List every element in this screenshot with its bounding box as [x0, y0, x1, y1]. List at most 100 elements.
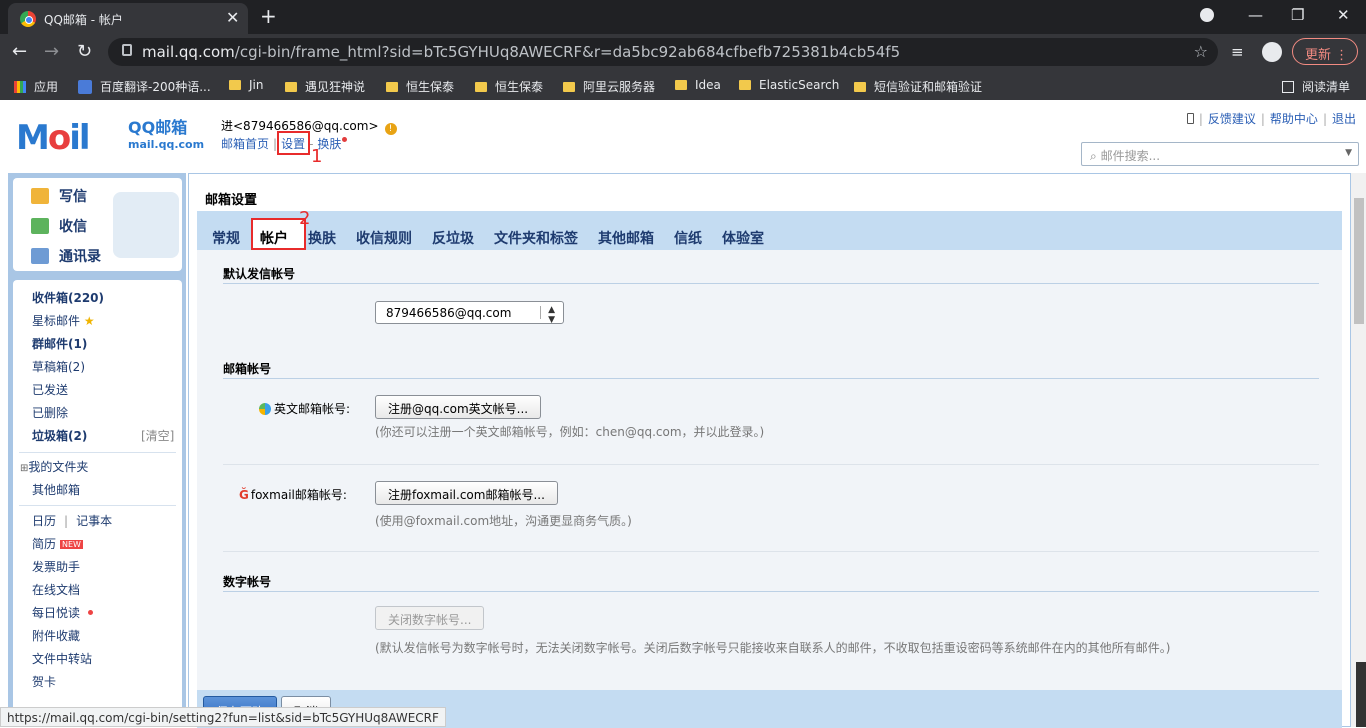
settings-panel: 邮箱设置 常规 帐户 换肤 收信规则 反垃圾 文件夹和标签 其他邮箱 信纸 体验… [188, 173, 1351, 728]
help-link[interactable]: 帮助中心 [1270, 112, 1318, 126]
download-icon [31, 218, 49, 234]
annotation-box-settings [277, 131, 310, 155]
tab-rules[interactable]: 收信规则 [356, 228, 412, 248]
pen-icon [31, 188, 49, 204]
update-button[interactable]: 更新 ⋮ [1292, 38, 1358, 65]
contacts-button[interactable]: 通讯录 [31, 246, 101, 266]
browser-toolbar: ← → ↻ mail.qq.com/cgi-bin/frame_html?sid… [0, 34, 1366, 70]
mail-home-link[interactable]: 邮箱首页 [221, 137, 269, 151]
feedback-link[interactable]: 反馈建议 [1208, 112, 1256, 126]
bookmark-folder[interactable]: Idea [675, 78, 721, 92]
logout-link[interactable]: 退出 [1332, 112, 1356, 126]
qqmail-logo[interactable]: Moil [16, 118, 91, 158]
receive-button[interactable]: 收信 [31, 216, 87, 236]
bookmark-folder[interactable]: 恒生保泰 [475, 78, 543, 95]
reading-list[interactable]: 阅读清单 [1282, 78, 1350, 95]
restore-icon[interactable]: ❐ [1291, 6, 1304, 24]
page-scrollbar[interactable] [1351, 173, 1366, 727]
attachments-link[interactable]: 附件收藏 [32, 627, 80, 644]
mobile-icon[interactable] [1186, 113, 1194, 124]
annotation-number: 1 [311, 146, 323, 167]
tab-folders-labels[interactable]: 文件夹和标签 [494, 228, 578, 248]
tab-lab[interactable]: 体验室 [722, 228, 764, 248]
folder-spam[interactable]: 垃圾箱(2) [32, 427, 87, 444]
folder-icon [563, 82, 575, 92]
bookmark-apps[interactable]: 应用 [14, 78, 58, 95]
reading-list-icon [1282, 81, 1294, 93]
settings-tabs: 常规 帐户 换肤 收信规则 反垃圾 文件夹和标签 其他邮箱 信纸 体验室 [197, 211, 1342, 250]
url-path: /cgi-bin/frame_html?sid=bTc5GYHUq8AWECRF… [234, 43, 901, 61]
folder-deleted[interactable]: 已删除 [32, 404, 68, 421]
minimize-icon[interactable]: — [1248, 6, 1263, 24]
tab-stationery[interactable]: 信纸 [674, 228, 702, 248]
chrome-favicon-icon [20, 11, 36, 27]
daily-link[interactable]: 每日悦读 [32, 604, 94, 621]
star-icon: ★ [83, 314, 95, 328]
tab-general[interactable]: 常规 [212, 228, 240, 248]
resume-link[interactable]: 简历 NEW [32, 535, 83, 552]
tab-other-mail[interactable]: 其他邮箱 [598, 228, 654, 248]
media-icon[interactable]: ≡ [1231, 43, 1244, 61]
forward-icon[interactable]: → [44, 41, 59, 62]
my-folders[interactable]: ⊞我的文件夹 [20, 458, 88, 475]
reload-icon[interactable]: ↻ [77, 41, 92, 62]
account-settings-content: 默认发信帐号 879466586@qq.com ▲ ▼ 邮箱帐号 英文邮箱帐号: 注… [197, 250, 1342, 690]
scrollbar-thumb[interactable] [1354, 198, 1364, 324]
back-icon[interactable]: ← [12, 41, 27, 62]
chevron-down-icon: ▼ [1345, 148, 1352, 158]
bookmark-folder[interactable]: 阿里云服务器 [563, 78, 655, 95]
compose-panel: 写信 收信 通讯录 [13, 178, 182, 271]
browser-tab[interactable]: QQ邮箱 - 帐户 ✕ [8, 3, 248, 34]
tab-account[interactable]: 帐户 [260, 228, 288, 248]
logo-text: QQ邮箱 mail.qq.com [128, 118, 205, 151]
register-english-account-button[interactable]: 注册@qq.com英文帐号... [375, 395, 542, 419]
folder-icon [675, 80, 687, 90]
notebook-link[interactable]: 记事本 [76, 514, 112, 528]
docs-link[interactable]: 在线文档 [32, 581, 80, 598]
close-window-icon[interactable]: ✕ [1337, 6, 1350, 24]
default-sender-select[interactable]: 879466586@qq.com ▲ ▼ [375, 301, 564, 325]
section-mailbox-accounts: 邮箱帐号 [223, 362, 272, 376]
calendar-link[interactable]: 日历 | 记事本 [32, 512, 112, 529]
profile-avatar-icon[interactable] [1262, 42, 1282, 62]
tab-skin[interactable]: 换肤 [308, 228, 336, 248]
clear-spam-link[interactable]: [清空] [141, 427, 174, 444]
tab-antispam[interactable]: 反垃圾 [432, 228, 474, 248]
bookmark-folder[interactable]: ElasticSearch [739, 78, 839, 92]
annotation-number: 2 [299, 208, 311, 229]
folder-inbox[interactable]: 收件箱(220) [32, 289, 104, 306]
folder-icon [739, 80, 751, 90]
folder-drafts[interactable]: 草稿箱(2) [32, 358, 85, 375]
notification-dot [88, 610, 94, 615]
bookmark-folder[interactable]: 遇见狂神说 [285, 78, 365, 95]
invoice-link[interactable]: 发票助手 [32, 558, 80, 575]
contacts-icon [31, 248, 49, 264]
folder-icon [854, 82, 866, 92]
transfer-link[interactable]: 文件中转站 [32, 650, 92, 667]
register-foxmail-account-button[interactable]: 注册foxmail.com邮箱帐号... [375, 481, 558, 505]
folder-starred[interactable]: 星标邮件 ★ [32, 312, 95, 329]
folder-other-mail[interactable]: 其他邮箱 [32, 481, 80, 498]
url-host: mail.qq.com [142, 43, 235, 61]
compose-button[interactable]: 写信 [31, 186, 87, 206]
side-panel-edge [1356, 662, 1366, 727]
bookmark-folder[interactable]: 恒生保泰 [386, 78, 454, 95]
bookmark-folder[interactable]: 短信验证和邮箱验证 [854, 78, 982, 95]
tab-close-icon[interactable]: ✕ [226, 8, 239, 27]
section-digital-account: 数字帐号 [223, 575, 272, 589]
warning-icon[interactable]: ! [384, 123, 397, 135]
folder-sent[interactable]: 已发送 [32, 381, 68, 398]
bookmark-star-icon[interactable]: ☆ [1194, 42, 1208, 61]
address-bar[interactable]: mail.qq.com/cgi-bin/frame_html?sid=bTc5G… [108, 38, 1218, 66]
bookmark-folder[interactable]: Jin [229, 78, 263, 92]
foxmail-hint: (使用@foxmail.com地址，沟通更显商务气质。) [375, 514, 632, 528]
folder-group[interactable]: 群邮件(1) [32, 335, 87, 352]
folder-icon [386, 82, 398, 92]
tab-title: QQ邮箱 - 帐户 [44, 13, 123, 27]
new-tab-icon[interactable]: + [260, 4, 277, 28]
digital-hint: (默认发信帐号为数字帐号时，无法关闭数字帐号。关闭后数字帐号只能接收来自联系人的… [375, 641, 1171, 655]
card-link[interactable]: 贺卡 [32, 673, 56, 690]
english-hint: (你还可以注册一个英文邮箱帐号，例如：chen@qq.com，并以此登录。) [375, 425, 765, 439]
mail-search-input[interactable]: ⌕ 邮件搜索... ▼ [1081, 142, 1359, 166]
bookmark-item[interactable]: 百度翻译-200种语... [78, 78, 211, 95]
